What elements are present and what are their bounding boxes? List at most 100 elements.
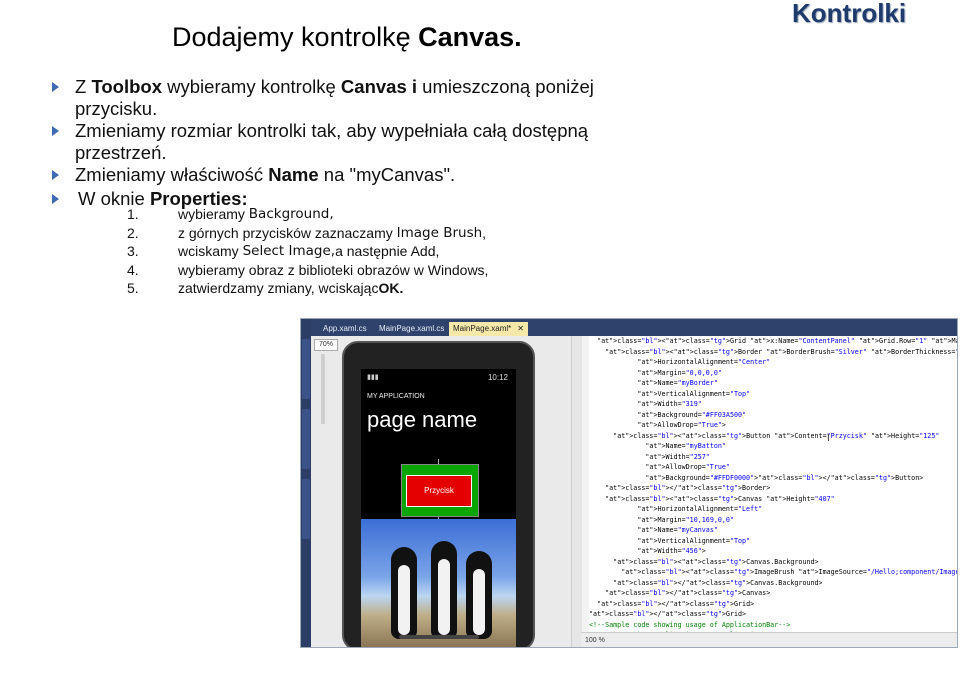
splitter-scrollbar[interactable] xyxy=(571,336,582,647)
tab-mainpage-xaml-cs[interactable]: MainPage.xaml.cs xyxy=(375,322,448,336)
przycisk-button[interactable]: Przycisk xyxy=(406,475,472,507)
step-text: , xyxy=(482,224,487,241)
code-line[interactable]: "at">VerticalAlignment="Top" xyxy=(589,389,957,400)
zoom-level[interactable]: 70% xyxy=(314,339,338,351)
tab-label: App.xaml.cs xyxy=(323,324,367,333)
code-line[interactable]: "at">Margin="0,0,0,0" xyxy=(589,368,957,379)
step-item: 2. z górnych przycisków zaznaczamy Image … xyxy=(127,224,488,243)
code-line[interactable]: "at">Width="257" xyxy=(589,452,957,463)
xaml-code-editor[interactable]: "at">class="bl"><"at">class="tg">Grid "a… xyxy=(589,336,957,641)
penguin-figure xyxy=(431,541,457,639)
step-text: wybieramy xyxy=(178,206,245,222)
code-line[interactable]: "at">class="bl"><"at">class="tg">Grid "a… xyxy=(589,336,957,347)
zoom-slider[interactable] xyxy=(321,354,325,424)
bullet-text: wybieramy kontrolkę xyxy=(162,76,341,97)
step-item: 5. zatwierdzamy zmiany, wciskając OK. xyxy=(127,279,488,298)
code-line[interactable]: "at">Width="456"> xyxy=(589,546,957,557)
step-number: 5. xyxy=(127,280,139,296)
editor-status-bar: 100 % xyxy=(581,632,957,647)
step-text: wciskamy xyxy=(178,243,239,259)
phone-bottom-bar xyxy=(399,635,479,639)
bullet-item: Z Toolbox wybieramy kontrolkę Canvas i u… xyxy=(50,76,650,120)
step-keyword: Select Image, xyxy=(242,243,336,259)
phone-screen: ▮▮▮ 10:12 MY APPLICATION page name Przyc… xyxy=(361,369,516,647)
designer-surface[interactable]: 70% ▮▮▮ 10:12 MY APPLICATION page name P… xyxy=(311,336,571,647)
text-cursor-icon: I xyxy=(827,433,830,444)
slide-title: Dodajemy kontrolkę Canvas. xyxy=(172,22,522,53)
tab-app-xaml-cs[interactable]: App.xaml.cs xyxy=(319,322,371,336)
code-line[interactable]: "at">Margin="10,169,0,0" xyxy=(589,515,957,526)
code-line[interactable]: "at">Name="myCanvas" xyxy=(589,525,957,536)
code-line[interactable]: "at">AllowDrop="True" xyxy=(589,462,957,473)
code-line[interactable]: "at">class="bl"><"at">class="tg">ImageBr… xyxy=(589,567,957,578)
slide-title-bold: Canvas. xyxy=(418,22,522,52)
code-line[interactable]: "at">class="bl"></"at">class="tg">Grid> xyxy=(589,609,957,620)
visual-studio-screenshot: App.xaml.cs MainPage.xaml.cs MainPage.xa… xyxy=(300,318,958,648)
bullet-bold: Name xyxy=(268,164,319,185)
my-border[interactable]: Przycisk xyxy=(401,464,479,517)
code-line[interactable]: "at">class="bl"></"at">class="tg">Canvas… xyxy=(589,578,957,589)
step-keyword: Image Brush xyxy=(396,224,483,241)
bullet-text: na "myCanvas". xyxy=(318,164,456,185)
step-text: wybieramy obraz z biblioteki obrazów w W… xyxy=(178,261,489,278)
code-line[interactable]: "at">Name="myBatton" xyxy=(589,441,957,452)
bullet-arrow-icon xyxy=(52,194,59,204)
step-text: zatwierdzamy zmiany, wciskając xyxy=(178,280,379,296)
bullet-text: Zmieniamy rozmiar kontrolki tak, aby wyp… xyxy=(75,120,589,163)
step-keyword: Background, xyxy=(248,206,334,222)
bullet-item: Zmieniamy właściwość Name na "myCanvas". xyxy=(50,164,650,186)
bullet-bold: Canvas i xyxy=(340,76,418,97)
section-title: Kontrolki xyxy=(792,0,907,28)
step-number: 2. xyxy=(127,224,139,241)
code-line[interactable]: "at">AllowDrop="True"> xyxy=(589,420,957,431)
bullet-text: Zmieniamy właściwość xyxy=(75,164,269,185)
editor-zoom[interactable]: 100 % xyxy=(585,637,605,644)
penguin-belly xyxy=(438,559,450,635)
steps-list: 1. wybieramy Background, 2. z górnych przy… xyxy=(127,205,488,298)
bullet-arrow-icon xyxy=(52,82,59,92)
side-tab[interactable] xyxy=(302,409,310,469)
slide-title-text: Dodajemy kontrolkę xyxy=(172,22,419,52)
penguin-figure xyxy=(391,547,417,639)
tab-label: MainPage.xaml* xyxy=(453,324,512,333)
code-line[interactable]: "at">HorizontalAlignment="Left" xyxy=(589,504,957,515)
code-line[interactable]: "at">class="bl"></"at">class="tg">Canvas… xyxy=(589,588,957,599)
step-text: z górnych przycisków zaznaczamy xyxy=(178,224,393,241)
my-canvas-penguins-image[interactable] xyxy=(361,519,516,647)
step-keyword: OK. xyxy=(378,280,404,296)
page-name: page name xyxy=(367,407,478,432)
code-line[interactable]: "at">class="bl"></"at">class="tg">Border… xyxy=(589,483,957,494)
code-line[interactable]: "at">Background="#FF03A500" xyxy=(589,410,957,421)
close-icon[interactable]: ✕ xyxy=(517,324,524,333)
tab-mainpage-xaml[interactable]: MainPage.xaml* ✕ xyxy=(449,322,528,336)
step-number: 3. xyxy=(127,243,139,259)
code-line[interactable]: "at">VerticalAlignment="Top" xyxy=(589,536,957,547)
toolbox-side-panel[interactable] xyxy=(301,319,311,647)
code-line[interactable]: "at">Name="myBorder" xyxy=(589,378,957,389)
step-text: a następnie Add, xyxy=(335,243,440,259)
phone-clock: 10:12 xyxy=(487,373,508,382)
code-line[interactable]: "at">class="bl"><"at">class="tg">Button … xyxy=(589,431,957,442)
code-line[interactable]: "at">HorizontalAlignment="Center" xyxy=(589,357,957,368)
side-tab[interactable] xyxy=(302,479,310,539)
code-line[interactable]: "at">Width="319" xyxy=(589,399,957,410)
code-line[interactable]: "at">class="bl"><"at">class="tg">Border … xyxy=(589,347,957,358)
bullet-arrow-icon xyxy=(52,170,59,180)
side-tab[interactable] xyxy=(302,339,310,399)
bullet-arrow-icon xyxy=(52,126,59,136)
bullet-text: Z xyxy=(75,76,92,97)
step-item: 4. wybieramy obraz z biblioteki obrazów w… xyxy=(127,261,488,280)
bullet-item: Zmieniamy rozmiar kontrolki tak, aby wyp… xyxy=(50,120,650,164)
step-item: 1. wybieramy Background, xyxy=(127,205,488,224)
code-line[interactable]: "at">class="bl"><"at">class="tg">Canvas.… xyxy=(589,557,957,568)
penguin-belly xyxy=(473,569,485,635)
code-line[interactable]: "at">Background="#FFDF0000">"at">class="… xyxy=(589,473,957,484)
step-item: 3. wciskamy Select Image, a następnie Add… xyxy=(127,242,488,261)
code-line[interactable]: <!--Sample code showing usage of Applica… xyxy=(589,620,957,631)
code-line[interactable]: "at">class="bl"></"at">class="tg">Grid> xyxy=(589,599,957,610)
step-number: 1. xyxy=(127,206,139,222)
code-line[interactable]: "at">class="bl"><"at">class="tg">Canvas … xyxy=(589,494,957,505)
bullet-bold: Toolbox xyxy=(91,76,163,97)
signal-icon: ▮▮▮ xyxy=(367,374,379,381)
tab-label: MainPage.xaml.cs xyxy=(379,324,445,333)
